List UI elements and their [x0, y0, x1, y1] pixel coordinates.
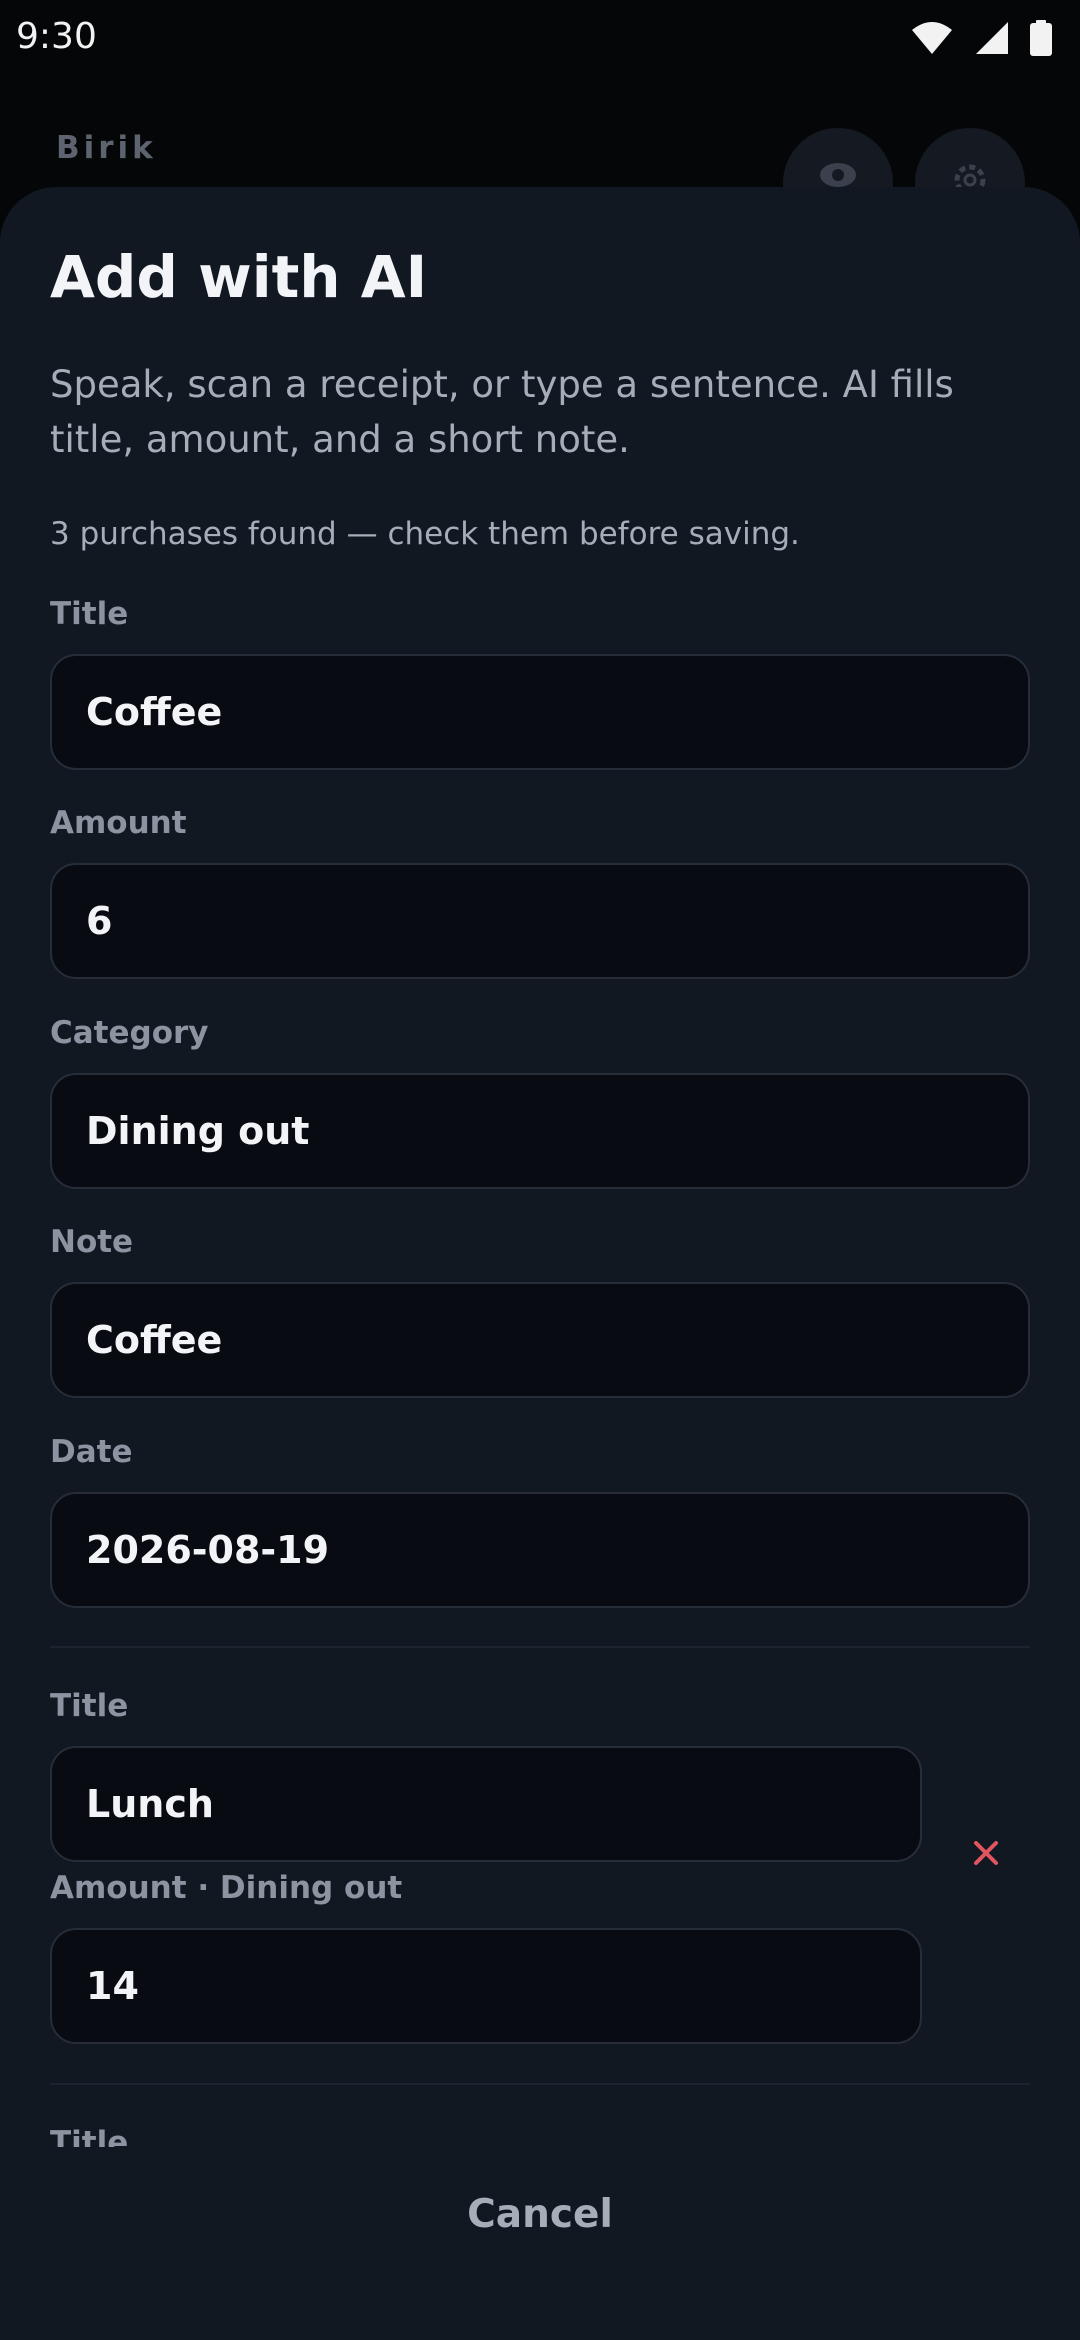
amount-value: 6	[86, 899, 113, 943]
eye-icon	[820, 163, 856, 187]
status-icons: 5	[910, 20, 1052, 56]
close-icon	[974, 1841, 998, 1865]
signal-icon	[974, 20, 1010, 56]
remove-purchase-button[interactable]	[960, 1827, 1012, 1879]
title-value: Coffee	[86, 690, 223, 734]
add-with-ai-sheet: Add with AI Speak, scan a receipt, or ty…	[0, 187, 1080, 2340]
amount-label: Amount	[50, 805, 187, 841]
title-field[interactable]: Lunch	[50, 1746, 922, 1862]
amount-category-label: Amount · Dining out	[50, 1870, 403, 1906]
purchase-divider	[50, 1646, 1030, 1648]
app-title: Birik	[56, 130, 157, 166]
title-label: Title	[50, 596, 129, 632]
note-value: Coffee	[86, 1318, 223, 1362]
purchase-divider	[50, 2083, 1030, 2085]
status-bar: 9:30 5	[0, 0, 1080, 80]
amount-value: 14	[86, 1964, 139, 2008]
sheet-description: Speak, scan a receipt, or type a sentenc…	[50, 363, 954, 461]
battery-icon	[1030, 20, 1052, 56]
date-label: Date	[50, 1434, 133, 1470]
note-field[interactable]: Coffee	[50, 1282, 1030, 1398]
amount-field[interactable]: 6	[50, 863, 1030, 979]
date-field[interactable]: 2026-08-19	[50, 1492, 1030, 1608]
wifi-icon: 5	[910, 20, 954, 56]
category-field[interactable]: Dining out	[50, 1073, 1030, 1189]
date-value: 2026-08-19	[86, 1528, 330, 1572]
status-time: 9:30	[16, 16, 97, 57]
title-label: Title	[50, 1688, 129, 1724]
sheet-title: Add with AI	[50, 243, 428, 311]
purchases-found-note: 3 purchases found — check them before sa…	[50, 516, 800, 552]
title-field[interactable]: Coffee	[50, 654, 1030, 770]
amount-field[interactable]: 14	[50, 1928, 922, 2044]
title-value: Lunch	[86, 1782, 214, 1826]
svg-text:5: 5	[940, 43, 949, 56]
screen: 9:30 5 Birik Add with AI Speak, scan a r…	[0, 0, 1080, 2340]
category-label: Category	[50, 1015, 209, 1051]
note-label: Note	[50, 1224, 134, 1260]
cancel-button[interactable]: Cancel	[390, 2180, 690, 2250]
category-value: Dining out	[86, 1109, 310, 1153]
